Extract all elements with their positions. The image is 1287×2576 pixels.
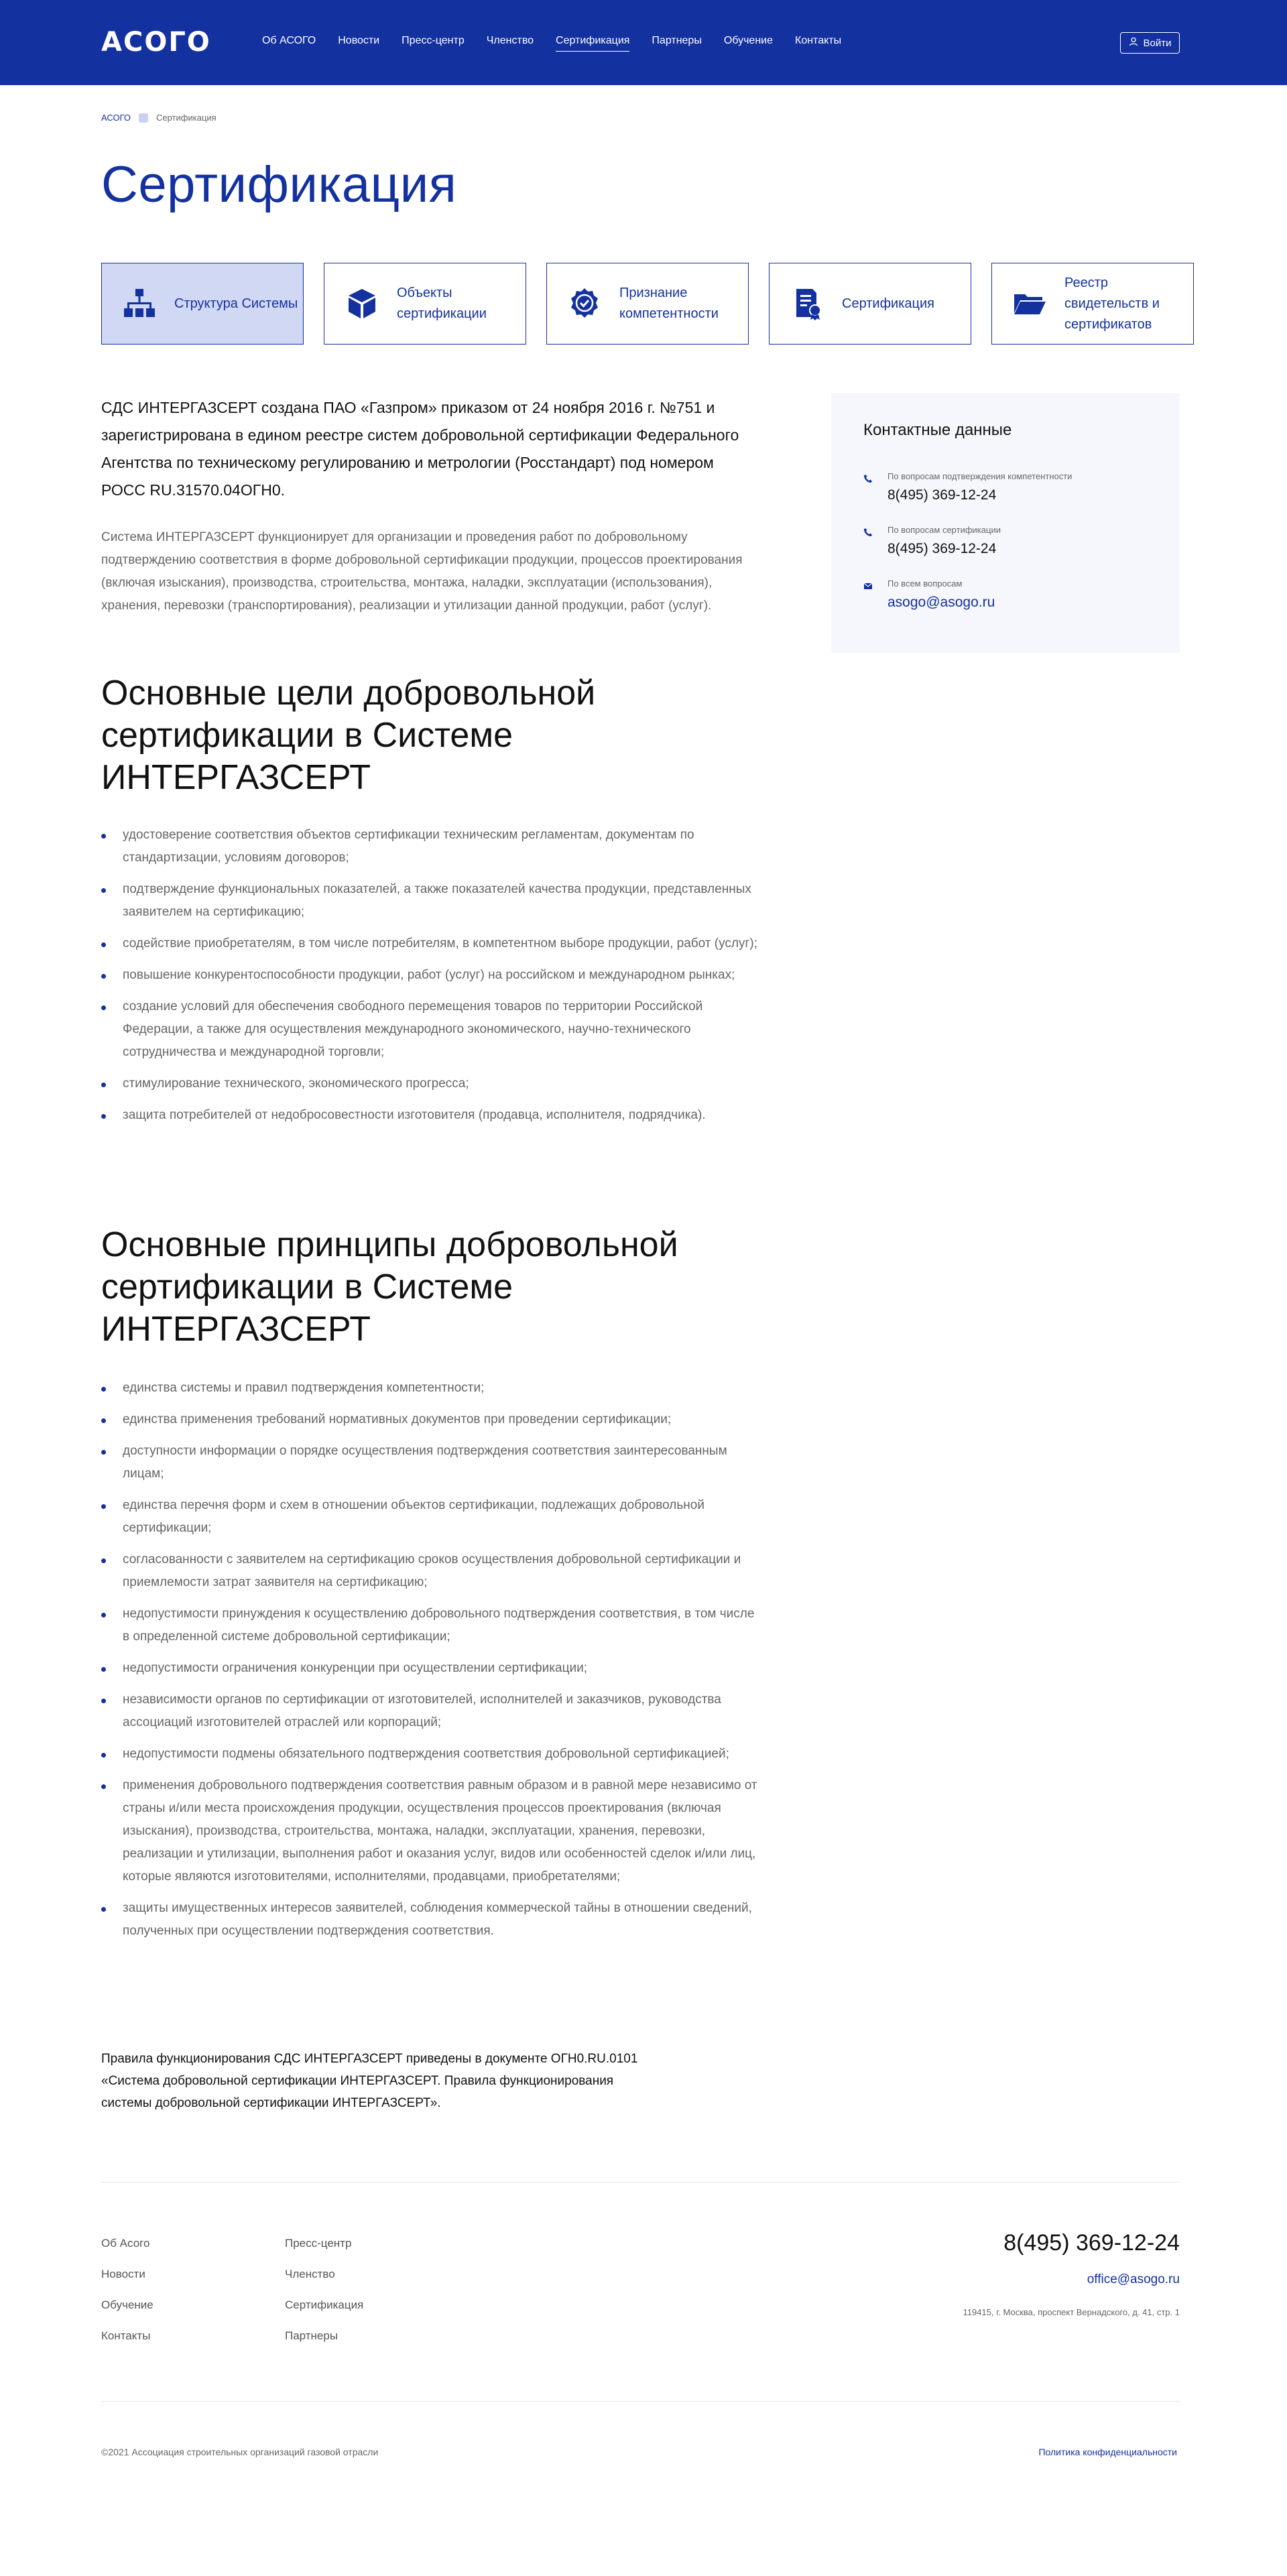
card-label: Признание компетентности xyxy=(619,286,719,321)
goals-heading: Основные цели добровольной сертификации … xyxy=(101,674,596,797)
nav-item-membership[interactable]: Членство xyxy=(487,35,534,52)
goals-list: удостоверение соответствия объектов серт… xyxy=(101,824,758,1136)
nav-item-about[interactable]: Об АСОГО xyxy=(262,35,316,52)
list-item: содействие приобретателям, в том числе п… xyxy=(101,932,758,955)
nav-item-partners[interactable]: Партнеры xyxy=(652,35,701,52)
list-item: единства перечня форм и схем в отношении… xyxy=(101,1494,758,1540)
footer-col-1: Об Асого Новости Обучение Контакты xyxy=(101,2235,154,2359)
contact-label: По вопросам подтверждения компетентности xyxy=(887,471,1072,481)
card-competence-recognition[interactable]: Признание компетентности xyxy=(546,263,749,345)
list-item: стимулирование технического, экономическ… xyxy=(101,1072,758,1095)
breadcrumb-home[interactable]: АСОГО xyxy=(101,113,131,123)
list-item: удостоверение соответствия объектов серт… xyxy=(101,824,758,869)
footer-link-certification[interactable]: Сертификация xyxy=(285,2297,363,2313)
list-item: недопустимости подмены обязательного под… xyxy=(101,1743,758,1766)
folder-icon xyxy=(1012,286,1047,321)
card-label: Реестр свидетельств и сертификатов xyxy=(1064,275,1160,332)
list-item: независимости органов по сертификации от… xyxy=(101,1689,758,1734)
list-item: применения добровольного подтверждения с… xyxy=(101,1774,758,1888)
list-item: недопустимости принуждения к осуществлен… xyxy=(101,1603,758,1648)
footer-bottom-divider xyxy=(101,2401,1180,2402)
structure-icon xyxy=(122,286,157,321)
principles-list: единства системы и правил подтверждения … xyxy=(101,1377,758,1951)
login-label: Войти xyxy=(1143,37,1172,49)
breadcrumb-separator-icon xyxy=(139,113,149,123)
nav-item-press[interactable]: Пресс-центр xyxy=(402,35,465,52)
contact-label: По вопросам сертификации xyxy=(887,525,1001,535)
mail-icon xyxy=(863,581,873,591)
footer-email[interactable]: office@asogo.ru xyxy=(1087,2272,1180,2287)
footer-col-2: Пресс-центр Членство Сертификация Партне… xyxy=(285,2235,363,2359)
main-nav: Об АСОГО Новости Пресс-центр Членство Се… xyxy=(262,35,863,52)
contact-phone[interactable]: 8(495) 369-12-24 xyxy=(887,487,996,503)
nav-item-news[interactable]: Новости xyxy=(338,35,379,52)
list-item: повышение конкурентоспособности продукци… xyxy=(101,964,758,987)
footer-link-about[interactable]: Об Асого xyxy=(101,2235,154,2252)
login-button[interactable]: Войти xyxy=(1120,32,1180,54)
contact-email[interactable]: asogo@asogo.ru xyxy=(887,595,995,611)
list-item: единства применения требований нормативн… xyxy=(101,1408,758,1431)
footer-link-news[interactable]: Новости xyxy=(101,2266,154,2282)
footer-copyright: ©2021 Ассоциация строительных организаци… xyxy=(101,2447,379,2457)
card-label: Объекты сертификации xyxy=(397,286,487,321)
nav-item-certification[interactable]: Сертификация xyxy=(556,35,630,52)
nav-item-education[interactable]: Обучение xyxy=(724,35,773,52)
certification-cards: Структура Системы Объекты сертификации П… xyxy=(101,263,1194,345)
list-item: защиты имущественных интересов заявителе… xyxy=(101,1897,758,1943)
list-item: защита потребителей от недобросовестност… xyxy=(101,1104,758,1127)
phone-icon xyxy=(863,474,873,483)
lead-paragraph: СДС ИНТЕРГАЗСЕРТ создана ПАО «Газпром» п… xyxy=(101,399,739,499)
card-certification-objects[interactable]: Объекты сертификации xyxy=(324,263,526,345)
list-item: единства системы и правил подтверждения … xyxy=(101,1377,758,1400)
breadcrumb: АСОГО Сертификация xyxy=(101,113,217,123)
card-system-structure[interactable]: Структура Системы xyxy=(101,263,304,345)
contacts-title: Контактные данные xyxy=(863,421,1012,439)
user-icon xyxy=(1129,37,1138,49)
badge-check-icon xyxy=(567,286,602,321)
list-item: создание условий для обеспечения свободн… xyxy=(101,995,758,1064)
footer-link-contacts[interactable]: Контакты xyxy=(101,2328,154,2344)
page-title: Сертификация xyxy=(101,156,457,213)
list-item: согласованности с заявителем на сертифик… xyxy=(101,1548,758,1594)
principles-heading: Основные принципы добровольной сертифика… xyxy=(101,1225,678,1349)
breadcrumb-current: Сертификация xyxy=(156,113,217,123)
list-item: доступности информации о порядке осущест… xyxy=(101,1440,758,1485)
contact-phone[interactable]: 8(495) 369-12-24 xyxy=(887,541,996,557)
rules-paragraph: Правила функционирования СДС ИНТЕРГАЗСЕР… xyxy=(101,2052,638,2110)
footer-link-membership[interactable]: Членство xyxy=(285,2266,363,2282)
footer-phone[interactable]: 8(495) 369-12-24 xyxy=(1003,2230,1180,2256)
contact-label: По всем вопросам xyxy=(887,578,963,589)
phone-icon xyxy=(863,528,873,537)
footer-link-press[interactable]: Пресс-центр xyxy=(285,2235,363,2252)
contacts-panel: Контактные данные По вопросам подтвержде… xyxy=(831,393,1180,653)
intro-paragraph: Система ИНТЕРГАЗСЕРТ функционирует для о… xyxy=(101,530,743,613)
list-item: подтверждение функциональных показателей… xyxy=(101,878,758,924)
site-logo[interactable]: АСОГО xyxy=(101,27,211,58)
list-item: недопустимости ограничения конкуренции п… xyxy=(101,1657,758,1680)
card-label: Структура Системы xyxy=(174,296,298,311)
card-certification[interactable]: Сертификация xyxy=(769,263,971,345)
footer-address: 119415, г. Москва, проспект Вернадского,… xyxy=(963,2307,1180,2317)
card-registry[interactable]: Реестр свидетельств и сертификатов xyxy=(991,263,1194,345)
site-header: АСОГО Об АСОГО Новости Пресс-центр Членс… xyxy=(0,0,1287,85)
footer-divider xyxy=(101,2182,1180,2183)
footer-link-partners[interactable]: Партнеры xyxy=(285,2328,363,2344)
certificate-icon xyxy=(790,286,824,321)
privacy-policy-link[interactable]: Политика конфиденциальности xyxy=(1038,2447,1177,2457)
footer-link-education[interactable]: Обучение xyxy=(101,2297,154,2313)
card-label: Сертификация xyxy=(842,296,934,311)
nav-item-contacts[interactable]: Контакты xyxy=(795,35,841,52)
cube-icon xyxy=(345,286,379,321)
